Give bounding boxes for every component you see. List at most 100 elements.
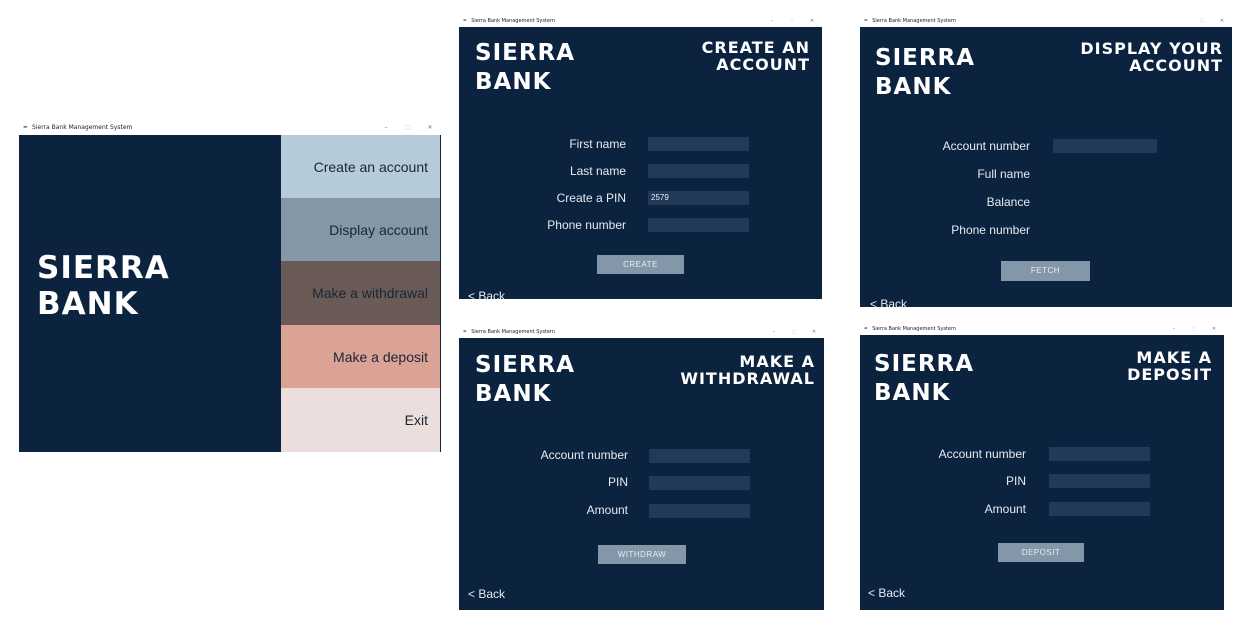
pin-field[interactable]	[1049, 474, 1150, 488]
title-bar: ✒ Sierra Bank Management System – □ ✕	[459, 14, 822, 27]
heading-line-2: DEPOSIT	[1127, 364, 1212, 384]
withdrawal-window: ✒ Sierra Bank Management System – □ ✕ SI…	[459, 325, 824, 610]
page-heading: DISPLAY YOUR ACCOUNT	[1080, 40, 1223, 75]
brand-line-2: BANK	[475, 69, 552, 95]
withdraw-button[interactable]: WITHDRAW	[598, 545, 686, 564]
main-menu: Create an account Display account Make a…	[281, 135, 440, 452]
first-name-label: First name	[569, 137, 626, 151]
minimize-icon[interactable]: –	[1172, 18, 1192, 24]
create-account-button[interactable]: Create an account	[281, 135, 440, 198]
display-account-label: Display account	[329, 221, 428, 238]
title-bar: ✒ Sierra Bank Management System – □ ✕	[459, 325, 824, 338]
heading-line-2: WITHDRAWAL	[680, 368, 815, 388]
brand-logo: SIERRA BANK	[475, 354, 575, 406]
brand-logo: SIERRA BANK	[874, 353, 974, 405]
account-number-field[interactable]	[1049, 447, 1150, 461]
maximize-icon[interactable]: □	[1184, 326, 1204, 332]
close-icon[interactable]: ✕	[804, 329, 824, 335]
create-pin-field[interactable]: 2579	[648, 191, 749, 205]
back-button[interactable]: < Back	[468, 289, 505, 299]
phone-number-label: Phone number	[547, 218, 626, 232]
brand-line-2: BANK	[475, 381, 552, 407]
minimize-icon[interactable]: –	[375, 124, 397, 131]
create-account-window: ✒ Sierra Bank Management System – □ ✕ SI…	[459, 14, 822, 299]
heading-line-2: ACCOUNT	[716, 54, 810, 74]
title-bar: ✒ Sierra Bank Management System – □ ✕	[19, 120, 441, 135]
minimize-icon[interactable]: –	[1164, 326, 1184, 332]
brand-logo: SIERRA BANK	[475, 42, 575, 94]
maximize-icon[interactable]: □	[397, 124, 419, 131]
first-name-field[interactable]	[648, 137, 749, 151]
balance-label: Balance	[986, 195, 1030, 209]
fetch-button[interactable]: FETCH	[1001, 261, 1090, 281]
feather-icon: ✒	[864, 17, 869, 24]
window-title: Sierra Bank Management System	[471, 328, 555, 335]
last-name-label: Last name	[569, 164, 626, 178]
phone-number-field[interactable]	[648, 218, 749, 232]
pin-label: PIN	[1005, 474, 1026, 488]
pin-label: PIN	[607, 475, 628, 489]
amount-field[interactable]	[1049, 502, 1150, 516]
brand-line-1: SIERRA	[475, 40, 576, 66]
close-icon[interactable]: ✕	[1204, 326, 1224, 332]
maximize-icon[interactable]: □	[782, 18, 802, 24]
account-number-label: Account number	[938, 447, 1026, 461]
page-heading: MAKE A DEPOSIT	[1127, 349, 1212, 384]
amount-field[interactable]	[649, 504, 750, 518]
minimize-icon[interactable]: –	[762, 18, 782, 24]
window-title: Sierra Bank Management System	[872, 325, 956, 332]
deposit-button[interactable]: DEPOSIT	[998, 543, 1084, 562]
create-pin-label: Create a PIN	[556, 191, 626, 205]
maximize-icon[interactable]: □	[1192, 18, 1212, 24]
feather-icon: ✒	[864, 325, 869, 332]
account-number-label: Account number	[942, 139, 1030, 153]
minimize-icon[interactable]: –	[764, 329, 784, 335]
account-number-label: Account number	[540, 448, 628, 462]
back-button[interactable]: < Back	[870, 297, 907, 307]
brand-line-1: SIERRA	[475, 352, 576, 378]
account-number-field[interactable]	[649, 449, 750, 463]
account-number-field[interactable]	[1053, 139, 1157, 153]
window-title: Sierra Bank Management System	[32, 124, 133, 131]
make-withdrawal-label: Make a withdrawal	[312, 285, 428, 301]
back-button[interactable]: < Back	[468, 587, 505, 601]
back-button[interactable]: < Back	[868, 586, 905, 600]
make-withdrawal-button[interactable]: Make a withdrawal	[281, 261, 440, 325]
title-bar: ✒ Sierra Bank Management System – □ ✕	[860, 322, 1224, 335]
brand-line-1: SIERRA	[37, 250, 170, 286]
pin-field[interactable]	[649, 476, 750, 490]
deposit-window: ✒ Sierra Bank Management System – □ ✕ SI…	[860, 322, 1224, 610]
close-icon[interactable]: ✕	[1212, 18, 1232, 24]
amount-label: Amount	[984, 502, 1026, 516]
window-title: Sierra Bank Management System	[471, 17, 555, 24]
close-icon[interactable]: ✕	[419, 124, 441, 131]
feather-icon: ✒	[463, 17, 468, 24]
window-title: Sierra Bank Management System	[872, 17, 956, 24]
maximize-icon[interactable]: □	[784, 329, 804, 335]
withdrawal-client: SIERRA BANK MAKE A WITHDRAWAL Account nu…	[459, 338, 824, 610]
create-account-client: SIERRA BANK CREATE AN ACCOUNT First name…	[459, 27, 822, 299]
make-deposit-button[interactable]: Make a deposit	[281, 325, 440, 388]
display-account-client: SIERRA BANK DISPLAY YOUR ACCOUNT Account…	[860, 27, 1232, 307]
brand-logo: SIERRA BANK	[875, 47, 975, 99]
exit-button[interactable]: Exit	[281, 388, 440, 452]
page-heading: CREATE AN ACCOUNT	[702, 39, 810, 74]
display-account-button[interactable]: Display account	[281, 198, 440, 261]
page-heading: MAKE A WITHDRAWAL	[680, 353, 815, 388]
display-account-window: ✒ Sierra Bank Management System – □ ✕ SI…	[860, 14, 1232, 307]
deposit-client: SIERRA BANK MAKE A DEPOSIT Account numbe…	[860, 335, 1224, 610]
phone-number-label: Phone number	[951, 223, 1030, 237]
brand-line-2: BANK	[37, 286, 139, 322]
close-icon[interactable]: ✕	[802, 18, 822, 24]
brand-logo: SIERRA BANK	[37, 253, 170, 320]
brand-line-1: SIERRA	[874, 351, 975, 377]
main-menu-client: SIERRA BANK Create an account Display ac…	[19, 135, 441, 452]
create-button[interactable]: CREATE	[597, 255, 684, 274]
brand-line-2: BANK	[874, 380, 951, 406]
exit-label: Exit	[404, 412, 428, 428]
brand-line-1: SIERRA	[875, 45, 976, 71]
last-name-field[interactable]	[648, 164, 749, 178]
brand-line-2: BANK	[875, 74, 952, 100]
feather-icon: ✒	[23, 124, 29, 131]
create-account-label: Create an account	[313, 158, 428, 175]
